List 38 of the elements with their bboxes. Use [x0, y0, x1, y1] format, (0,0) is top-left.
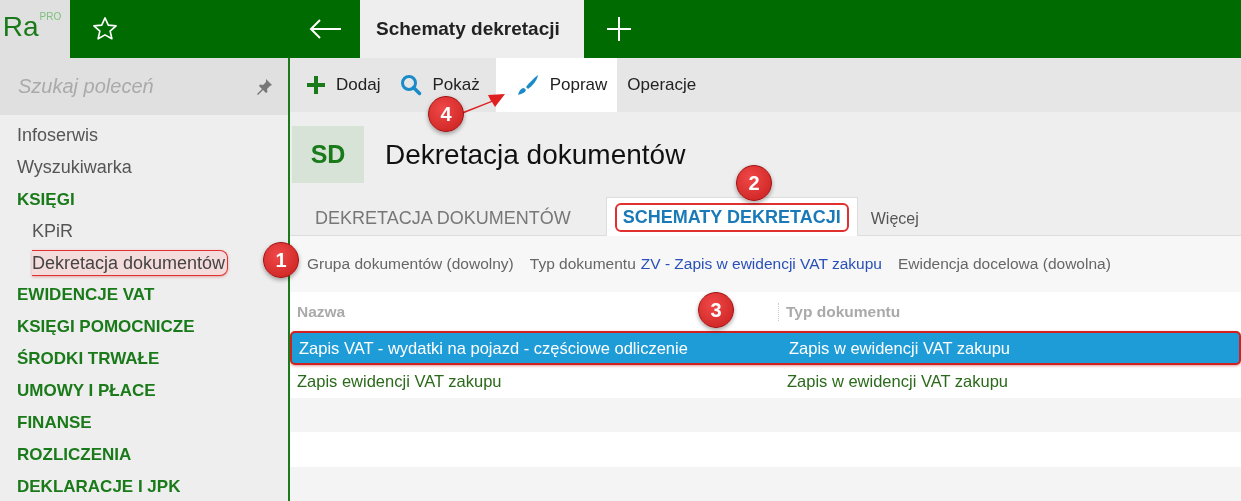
toolbar-button[interactable]: Popraw — [495, 58, 618, 112]
star-icon — [91, 15, 119, 43]
filter-link[interactable]: Grupa dokumentów (dowolny) — [307, 255, 514, 274]
sidebar-section[interactable]: ŚRODKI TRWAŁE — [17, 347, 162, 372]
table-cell-text: Zapis w ewidencji VAT zakupu — [788, 338, 1012, 358]
sidebar-section[interactable]: KSIĘGI POMOCNICZE — [17, 315, 197, 340]
filter-link[interactable]: ZV - Zapis w ewidencji VAT zakupu — [640, 255, 882, 274]
search-icon — [400, 73, 423, 96]
sidebar-section[interactable]: UMOWY I PŁACE — [17, 379, 158, 404]
section-tab[interactable]: SCHEMATY DEKRETACJI — [605, 197, 858, 237]
table-cell-text: Zapis ewidencji VAT zakupu — [296, 371, 503, 391]
section-tab[interactable]: Więcej — [857, 200, 932, 237]
table-cell-text: Zapis VAT - wydatki na pojazd - częściowe odliczenie — [298, 338, 689, 358]
plus-icon — [306, 74, 326, 95]
sidebar-item[interactable]: Infoserwis — [17, 123, 101, 147]
section-tab[interactable]: DEKRETACJA DOKUMENTÓW — [302, 200, 584, 237]
brush-icon — [515, 72, 540, 97]
toolbar-button[interactable]: Dodaj — [296, 58, 391, 112]
document-tab[interactable]: Schematy dekretacji — [360, 0, 584, 58]
table-cell-text: Zapis w ewidencji VAT zakupu — [786, 371, 1010, 391]
sidebar-item[interactable]: KPiR — [32, 218, 75, 243]
filter-link[interactable]: Ewidencja docelowa (dowolna) — [898, 255, 1111, 274]
plus-icon — [605, 16, 632, 42]
table-row[interactable]: Zapis VAT - wydatki na pojazd - częściowe odliczenie Zapis w ewidencji VAT zakupu — [290, 331, 1241, 365]
favorites-button[interactable] — [91, 15, 119, 43]
sidebar-section[interactable]: KSIĘGI — [17, 187, 77, 212]
table-row[interactable]: Zapis ewidencji VAT zakupu Zapis w ewidencji VAT zakupu — [290, 364, 1241, 399]
back-arrow-icon — [308, 18, 342, 40]
module-badge: SD — [292, 126, 364, 183]
filter-label: Typ dokumentu — [529, 255, 636, 274]
sidebar-section[interactable]: ROZLICZENIA — [17, 442, 134, 467]
sidebar-item[interactable]: Wyszukiwarka — [17, 154, 134, 179]
sidebar-section[interactable]: DEKLARACJE I JPK — [17, 474, 183, 499]
toolbar-button[interactable]: Operacje — [617, 58, 707, 112]
sidebar-item[interactable]: Dekretacja dokumentów — [32, 249, 229, 276]
sidebar-section[interactable]: EWIDENCJE VAT — [17, 283, 157, 308]
sidebar-section[interactable]: FINANSE — [17, 411, 94, 435]
page-title: Dekretacja dokumentów — [385, 138, 686, 171]
